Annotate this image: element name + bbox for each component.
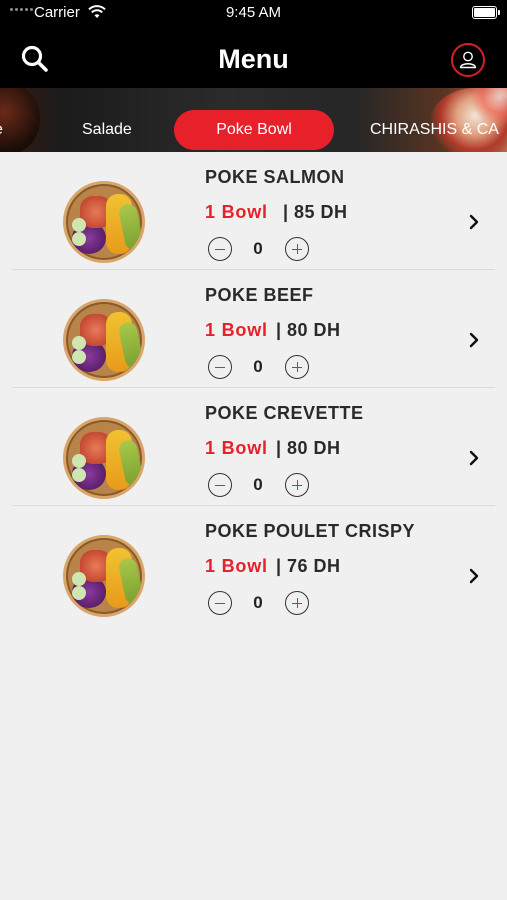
tab-salade[interactable]: Salade [82, 110, 132, 150]
product-item[interactable]: POKE CREVETTE 1 Bowl | 80 DH 0 [0, 388, 507, 506]
user-icon [459, 51, 477, 69]
product-item[interactable]: POKE BEEF 1 Bowl | 80 DH 0 [0, 270, 507, 388]
decrease-quantity-button[interactable] [208, 237, 232, 261]
product-price: | 80 DH [276, 320, 341, 340]
quantity-value: 0 [253, 357, 263, 376]
product-item[interactable]: POKE SALMON 1 Bowl | 85 DH 0 [0, 152, 507, 270]
product-name: POKE CREVETTE [205, 403, 364, 423]
battery-icon [472, 6, 500, 19]
product-unit: 1 Bowl [205, 556, 268, 576]
profile-button[interactable] [451, 43, 485, 77]
product-unit: 1 Bowl [205, 438, 268, 458]
increase-quantity-button[interactable] [285, 591, 309, 615]
product-unit: 1 Bowl [205, 320, 268, 340]
tab-poke-bowl[interactable]: Poke Bowl [174, 110, 334, 150]
page-title: Menu [218, 44, 289, 74]
tab-previous-category[interactable]: e [0, 110, 3, 150]
product-list: POKE SALMON 1 Bowl | 85 DH 0 POKE BEEF 1… [0, 152, 507, 624]
decrease-quantity-button[interactable] [208, 355, 232, 379]
product-name: POKE SALMON [205, 167, 345, 187]
increase-quantity-button[interactable] [285, 237, 309, 261]
chevron-right-icon[interactable] [468, 214, 480, 230]
chevron-right-icon[interactable] [468, 568, 480, 584]
quantity-value: 0 [253, 475, 263, 494]
product-name: POKE BEEF [205, 285, 314, 305]
product-item[interactable]: POKE POULET CRISPY 1 Bowl | 76 DH 0 [0, 506, 507, 624]
increase-quantity-button[interactable] [285, 355, 309, 379]
increase-quantity-button[interactable] [285, 473, 309, 497]
product-name: POKE POULET CRISPY [205, 521, 416, 541]
chevron-right-icon[interactable] [468, 450, 480, 466]
decrease-quantity-button[interactable] [208, 473, 232, 497]
chevron-right-icon[interactable] [468, 332, 480, 348]
product-price: | 85 DH [283, 202, 348, 222]
product-unit: 1 Bowl [205, 202, 268, 222]
product-image [63, 299, 145, 381]
product-price: | 80 DH [276, 438, 341, 458]
product-price: | 76 DH [276, 556, 341, 576]
product-image [63, 535, 145, 617]
product-image [63, 417, 145, 499]
decrease-quantity-button[interactable] [208, 591, 232, 615]
category-tabs: e Salade Poke Bowl CHIRASHIS & CA [0, 110, 507, 150]
quantity-value: 0 [253, 593, 263, 612]
tab-chirashis[interactable]: CHIRASHIS & CA [370, 110, 499, 150]
clock: 9:45 AM [225, 4, 282, 21]
app-header: Menu e Salade Poke Bowl CHIRASHIS & CA [0, 26, 507, 152]
quantity-value: 0 [253, 239, 263, 258]
product-image [63, 181, 145, 263]
status-bar: Carrier 9:45 AM [0, 0, 507, 26]
